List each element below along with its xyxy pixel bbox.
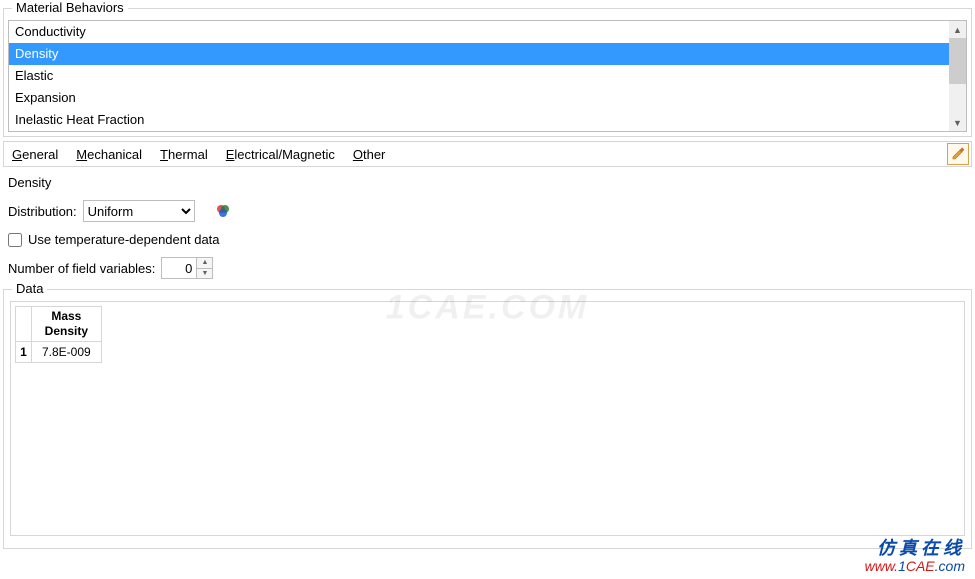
behavior-menubar: General Mechanical Thermal Electrical/Magne… [4, 147, 947, 162]
data-legend: Data [12, 281, 47, 296]
behavior-menubar-row: General Mechanical Thermal Electrical/Magne… [3, 141, 972, 167]
row-index: 1 [16, 342, 32, 363]
menu-item[interactable]: Thermal [160, 147, 208, 162]
scroll-up-icon[interactable]: ▲ [949, 21, 966, 38]
list-item[interactable]: Density [9, 43, 949, 65]
footer-cn: 仿真在线 [865, 539, 965, 557]
table-row[interactable]: 17.8E-009 [16, 342, 102, 363]
use-temp-checkbox[interactable] [8, 233, 22, 247]
scroll-track[interactable] [949, 38, 966, 114]
section-title: Density [8, 175, 967, 190]
data-area: MassDensity 17.8E-009 [10, 301, 965, 536]
nfv-label: Number of field variables: [8, 261, 155, 276]
material-behaviors-legend: Material Behaviors [12, 0, 128, 15]
use-temp-label[interactable]: Use temperature-dependent data [28, 232, 220, 247]
table-corner [16, 307, 32, 342]
scroll-down-icon[interactable]: ▼ [949, 114, 966, 131]
distribution-combo[interactable]: Uniform [83, 200, 195, 222]
material-behaviors-group: Material Behaviors ConductivityDensityEl… [3, 8, 972, 137]
pencil-icon [951, 147, 965, 161]
table-cell[interactable]: 7.8E-009 [32, 342, 102, 363]
spinner-down-icon[interactable]: ▼ [197, 269, 212, 279]
data-table[interactable]: MassDensity 17.8E-009 [15, 306, 102, 363]
behaviors-listbox[interactable]: ConductivityDensityElasticExpansionInela… [8, 20, 967, 132]
menu-item[interactable]: Electrical/Magnetic [226, 147, 335, 162]
use-temp-row: Use temperature-dependent data [8, 232, 967, 247]
field-color-icon[interactable] [215, 203, 231, 219]
nfv-row: Number of field variables: ▲ ▼ [8, 257, 967, 279]
menu-item[interactable]: General [12, 147, 58, 162]
nfv-spinner[interactable]: ▲ ▼ [161, 257, 213, 279]
distribution-row: Distribution: Uniform [8, 200, 967, 222]
menu-item[interactable]: Other [353, 147, 386, 162]
column-header[interactable]: MassDensity [32, 307, 102, 342]
distribution-label: Distribution: [8, 204, 77, 219]
list-item[interactable]: Elastic [9, 65, 949, 87]
menu-item[interactable]: Mechanical [76, 147, 142, 162]
edit-button[interactable] [947, 143, 969, 165]
list-item[interactable]: Inelastic Heat Fraction [9, 109, 949, 131]
data-group: Data MassDensity 17.8E-009 [3, 289, 972, 549]
scroll-thumb[interactable] [949, 38, 966, 84]
list-item[interactable]: Expansion [9, 87, 949, 109]
nfv-input[interactable] [162, 258, 196, 278]
spinner-up-icon[interactable]: ▲ [197, 258, 212, 269]
list-item[interactable]: Conductivity [9, 21, 949, 43]
footer-brand: 仿真在线 www.1CAE.com [865, 539, 965, 575]
footer-url: www.1CAE.com [865, 557, 965, 575]
scrollbar[interactable]: ▲ ▼ [949, 21, 966, 131]
